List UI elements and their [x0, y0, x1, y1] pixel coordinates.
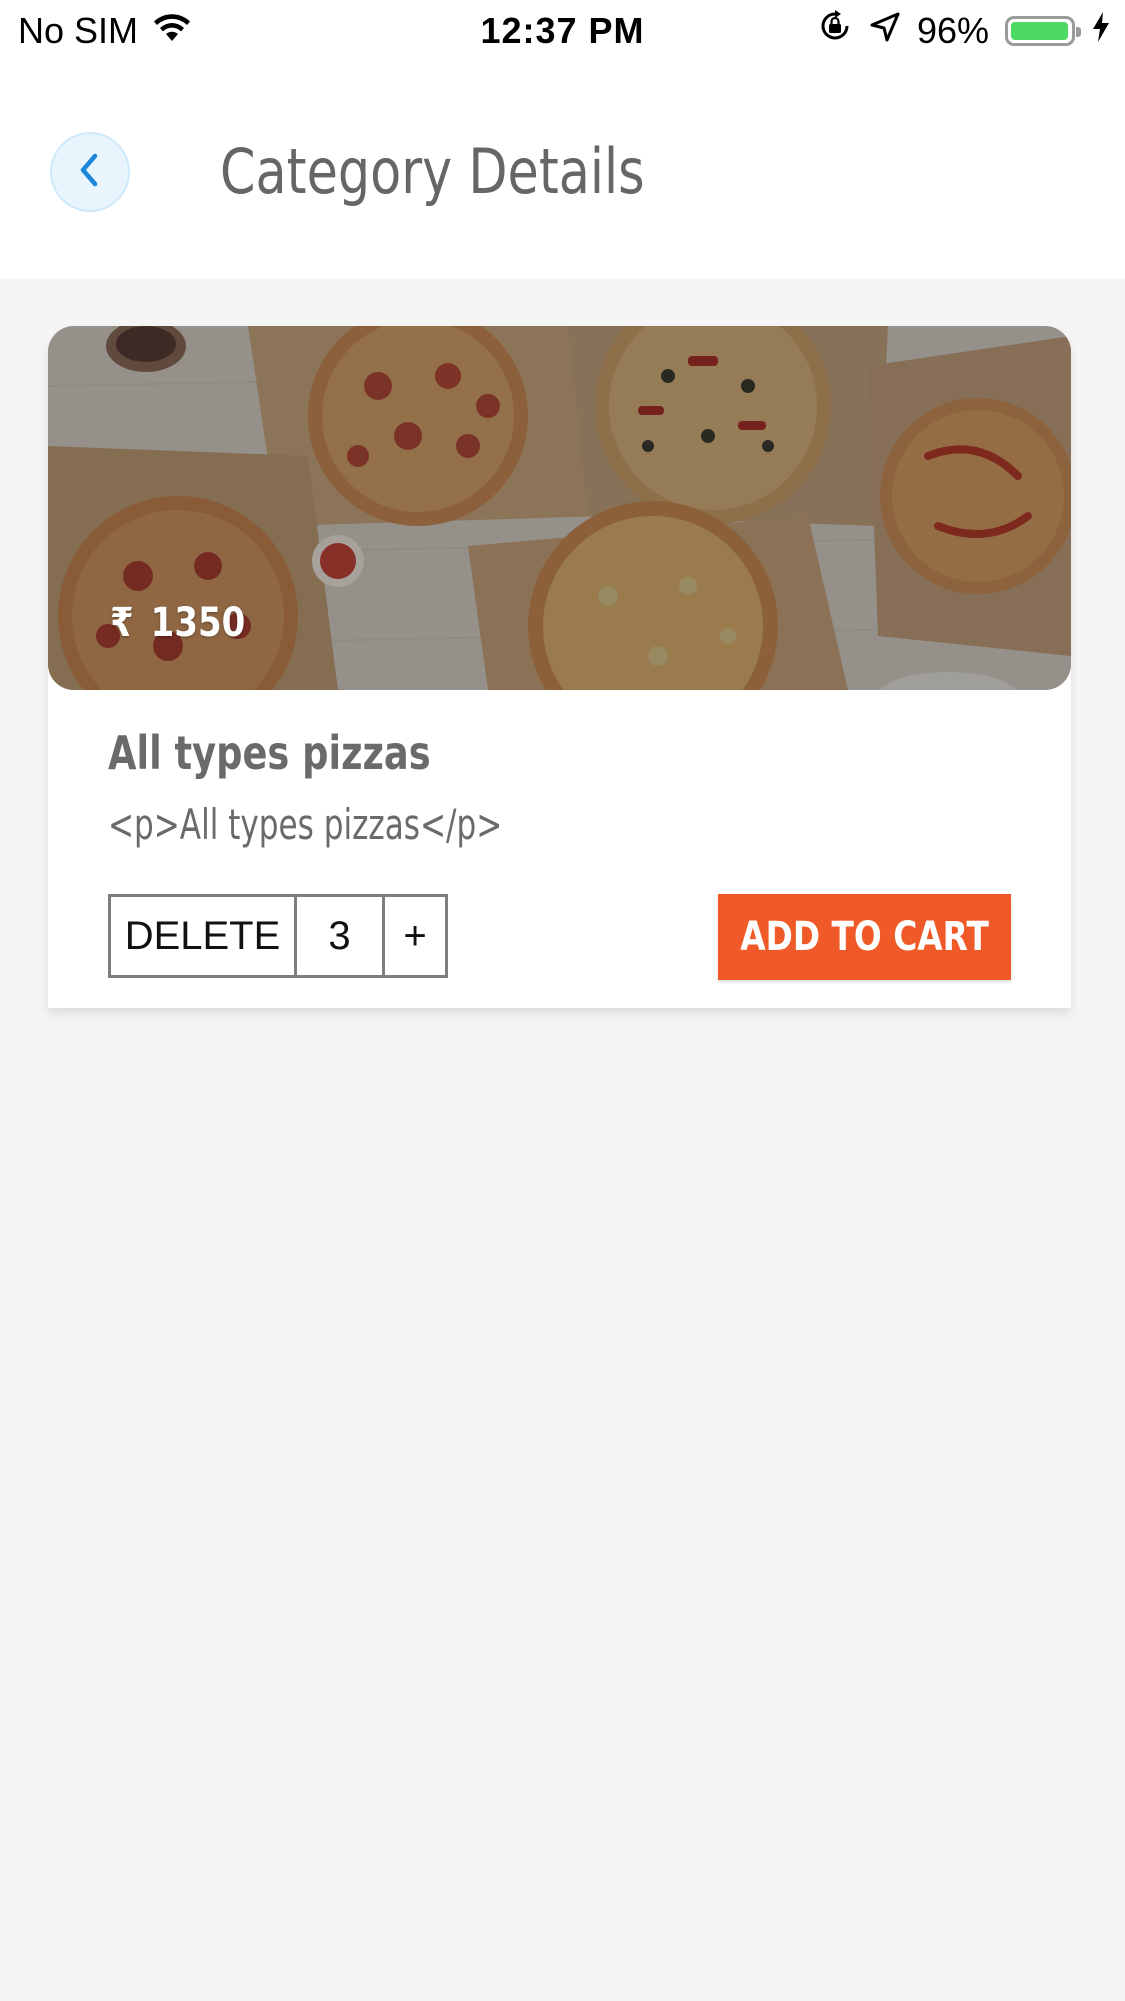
delete-button[interactable]: DELETE	[111, 897, 297, 975]
chevron-left-icon	[75, 152, 105, 193]
location-arrow-icon	[869, 10, 901, 52]
quantity-stepper: DELETE 3 +	[108, 894, 448, 978]
charging-bolt-icon	[1091, 10, 1111, 52]
product-card: ₹ 1350 All types pizzas <p>All types piz…	[48, 326, 1071, 1008]
currency-symbol: ₹	[110, 600, 134, 646]
back-button[interactable]	[50, 132, 130, 212]
screen: No SIM 12:37 PM 96% Category Details ₹ 1…	[0, 0, 1125, 2001]
status-bar: No SIM 12:37 PM 96%	[0, 0, 1125, 60]
quantity-value: 3	[297, 897, 385, 975]
header: Category Details	[0, 60, 1125, 279]
add-to-cart-button[interactable]: ADD TO CART	[718, 894, 1011, 980]
page-title: Category Details	[220, 135, 645, 208]
battery-percent: 96%	[916, 9, 989, 51]
product-title: All types pizzas	[108, 726, 431, 780]
product-image: ₹ 1350	[48, 326, 1071, 690]
status-right-group: 96%	[817, 8, 1111, 53]
battery-icon	[1005, 15, 1081, 46]
add-to-cart-label: ADD TO CART	[740, 914, 989, 960]
product-description: <p>All types pizzas</p>	[108, 800, 503, 849]
increment-button[interactable]: +	[385, 897, 445, 975]
price-value: 1350	[150, 600, 246, 646]
orientation-lock-icon	[817, 8, 853, 53]
price-label: ₹ 1350	[110, 600, 245, 646]
